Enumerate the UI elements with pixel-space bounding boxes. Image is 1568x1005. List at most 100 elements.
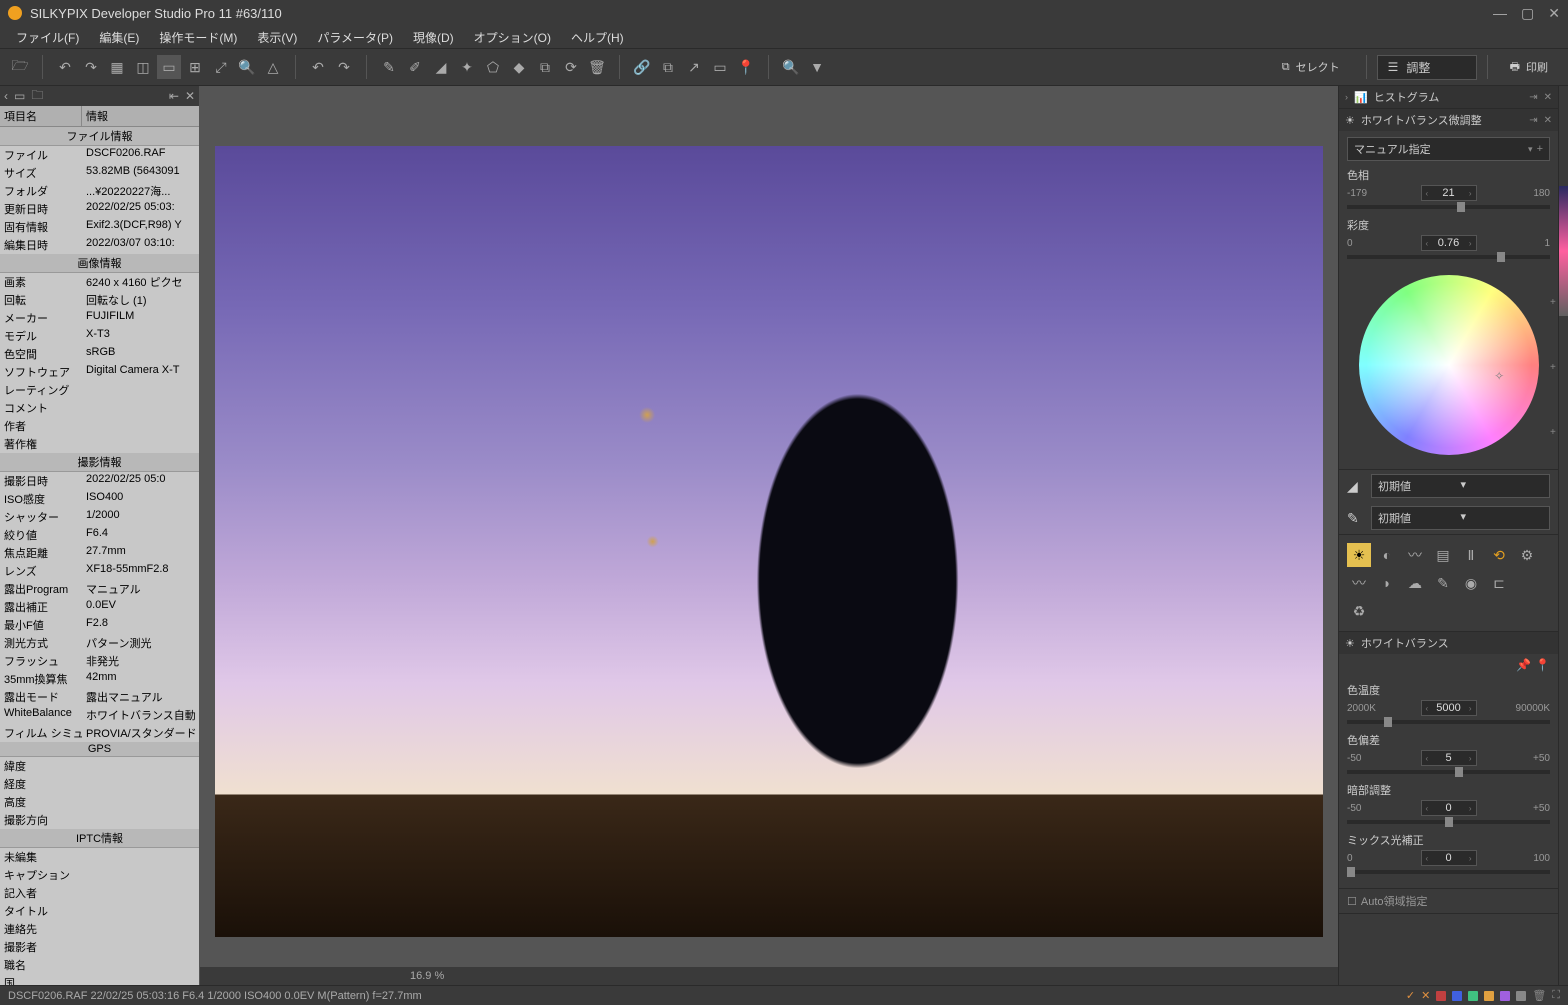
mix-value-input[interactable]: ‹0›: [1421, 850, 1477, 866]
menu-param[interactable]: パラメータ(P): [307, 27, 403, 48]
tool-pen2-icon[interactable]: ✎: [1431, 571, 1455, 595]
tool-brush-icon[interactable]: ✎: [377, 55, 401, 79]
export-icon[interactable]: ↗: [682, 55, 706, 79]
preset2-dropdown[interactable]: 初期値 ▾: [1371, 506, 1550, 530]
menu-help[interactable]: ヘルプ(H): [561, 27, 634, 48]
color-wheel[interactable]: ✧: [1359, 275, 1539, 455]
cd-value-input[interactable]: ‹5›: [1421, 750, 1477, 766]
undo-icon[interactable]: ↶: [306, 55, 330, 79]
wb-mode-dropdown[interactable]: マニュアル指定 ▾ +: [1347, 137, 1550, 161]
grid-icon[interactable]: ▦: [105, 55, 129, 79]
print-button[interactable]: 🖶 印刷: [1498, 54, 1560, 81]
split-icon[interactable]: ⊞: [183, 55, 207, 79]
zoom-icon[interactable]: 🔍: [235, 55, 259, 79]
warning-icon[interactable]: △: [261, 55, 285, 79]
pin-off-icon[interactable]: 📍: [1535, 658, 1550, 672]
plus-icon[interactable]: +: [1537, 143, 1543, 155]
select-mode-button[interactable]: ⧉ セレクト: [1266, 55, 1356, 79]
tool-contrast-icon[interactable]: ◐: [1375, 543, 1399, 567]
sat-value-input[interactable]: ‹ 0.76 ›: [1421, 235, 1477, 251]
mix-slider[interactable]: [1347, 870, 1550, 874]
auto-region-checkbox[interactable]: ☐ Auto領域指定: [1347, 893, 1550, 909]
sat-slider[interactable]: [1347, 255, 1550, 259]
color-wheel-marker[interactable]: ✧: [1494, 369, 1506, 381]
screen-icon[interactable]: ▭: [708, 55, 732, 79]
tool-curve-icon[interactable]: 〰: [1403, 543, 1427, 567]
info-tab-icon[interactable]: ▭: [14, 89, 25, 103]
ct-slider[interactable]: [1347, 720, 1550, 724]
collapse-icon[interactable]: ⇤: [169, 89, 179, 103]
tool-crop2-icon[interactable]: ⊏: [1487, 571, 1511, 595]
ct-value-input[interactable]: ‹5000›: [1421, 700, 1477, 716]
trash-icon[interactable]: 🗑: [1532, 989, 1546, 1002]
main-toolbar: 🗁 ↶ ↷ ▦ ◫ ▭ ⊞ ⤢ 🔍 △ ↶ ↷ ✎ ✐ ◢ ✦ ⬠ ◆ ⧉ ⟳ …: [0, 48, 1568, 86]
tool-crop-icon[interactable]: ⧉: [533, 55, 557, 79]
tool-wand-icon[interactable]: ✦: [455, 55, 479, 79]
marker-icon[interactable]: 📍: [734, 55, 758, 79]
compare-icon[interactable]: ◫: [131, 55, 155, 79]
menu-option[interactable]: オプション(O): [464, 27, 561, 48]
single-view-icon[interactable]: ▭: [157, 55, 181, 79]
arrow-left-icon[interactable]: ‹: [1423, 189, 1432, 198]
tool-color-icon[interactable]: Ⅱ: [1459, 543, 1483, 567]
close-panel-icon[interactable]: ✕: [185, 89, 195, 103]
open-folder-icon[interactable]: 🗁: [8, 55, 32, 79]
close-icon[interactable]: ✕: [1544, 115, 1552, 126]
expand-icon[interactable]: ⛶: [1552, 989, 1560, 1002]
filter-icon[interactable]: ▼: [805, 55, 829, 79]
close-button[interactable]: ✕: [1548, 5, 1560, 22]
tool-rotate-icon[interactable]: ⟳: [559, 55, 583, 79]
info-value: 2022/02/25 05:0: [82, 472, 199, 490]
tool-poly-icon[interactable]: ⬠: [481, 55, 505, 79]
menu-edit[interactable]: 編集(E): [89, 27, 149, 48]
hue-slider[interactable]: [1347, 205, 1550, 209]
minimize-button[interactable]: —: [1493, 5, 1507, 22]
copy-icon[interactable]: ⧉: [656, 55, 680, 79]
viewer-canvas[interactable]: [200, 86, 1338, 967]
histogram-icon: 📊: [1354, 91, 1368, 104]
preset1-dropdown[interactable]: 初期値 ▾: [1371, 474, 1550, 498]
tool-brush-icon[interactable]: 〰: [1347, 571, 1371, 595]
arrow-left-icon[interactable]: ‹: [4, 89, 8, 103]
redo-icon[interactable]: ↷: [332, 55, 356, 79]
menu-mode[interactable]: 操作モード(M): [149, 27, 247, 48]
menu-file[interactable]: ファイル(F): [6, 27, 89, 48]
mode-dropdown[interactable]: ☰ 調整: [1377, 55, 1477, 80]
pin-icon[interactable]: 📌: [1516, 658, 1531, 672]
cd-slider[interactable]: [1347, 770, 1550, 774]
dark-slider[interactable]: [1347, 820, 1550, 824]
tool-fish-icon[interactable]: ◗: [1375, 571, 1399, 595]
tool-swirl-icon[interactable]: ◉: [1459, 571, 1483, 595]
tool-eraser-icon[interactable]: ◢: [429, 55, 453, 79]
link-icon[interactable]: 🔗: [630, 55, 654, 79]
menu-develop[interactable]: 現像(D): [403, 27, 464, 48]
tool-recycle-icon[interactable]: ♻: [1347, 599, 1371, 623]
tool-exposure-icon[interactable]: ☀: [1347, 543, 1371, 567]
tool-reset-icon[interactable]: ⟲: [1487, 543, 1511, 567]
close-icon[interactable]: ✕: [1544, 92, 1552, 103]
tool-pen-icon[interactable]: ✐: [403, 55, 427, 79]
maximize-button[interactable]: ▢: [1521, 5, 1534, 22]
folder-tab-icon[interactable]: 🗀: [31, 86, 43, 107]
pin-icon[interactable]: ⇥: [1529, 92, 1537, 103]
histogram-header[interactable]: › 📊 ヒストグラム ⇥ ✕: [1339, 86, 1558, 108]
menu-view[interactable]: 表示(V): [247, 27, 307, 48]
arrow-left-icon[interactable]: ‹: [1423, 239, 1432, 248]
next-icon[interactable]: ↷: [79, 55, 103, 79]
hue-value-input[interactable]: ‹ 21 ›: [1421, 185, 1477, 201]
tool-cloud-icon[interactable]: ☁: [1403, 571, 1427, 595]
tool-levels-icon[interactable]: ▤: [1431, 543, 1455, 567]
dark-value-input[interactable]: ‹0›: [1421, 800, 1477, 816]
fit-icon[interactable]: ⤢: [209, 55, 233, 79]
pin-icon[interactable]: ⇥: [1529, 115, 1537, 126]
arrow-right-icon[interactable]: ›: [1466, 189, 1475, 198]
search-icon[interactable]: 🔍: [779, 55, 803, 79]
tool-shape-icon[interactable]: ◆: [507, 55, 531, 79]
tool-trash-icon[interactable]: 🗑: [585, 55, 609, 79]
prev-icon[interactable]: ↶: [53, 55, 77, 79]
arrow-right-icon[interactable]: ›: [1466, 239, 1475, 248]
tool-gear-icon[interactable]: ⚙: [1515, 543, 1539, 567]
info-value: ...¥20220227海...: [82, 182, 199, 200]
wb-fine-header[interactable]: ☀ ホワイトバランス微調整 ⇥ ✕: [1339, 109, 1558, 131]
wb-header[interactable]: ☀ ホワイトバランス: [1339, 632, 1558, 654]
